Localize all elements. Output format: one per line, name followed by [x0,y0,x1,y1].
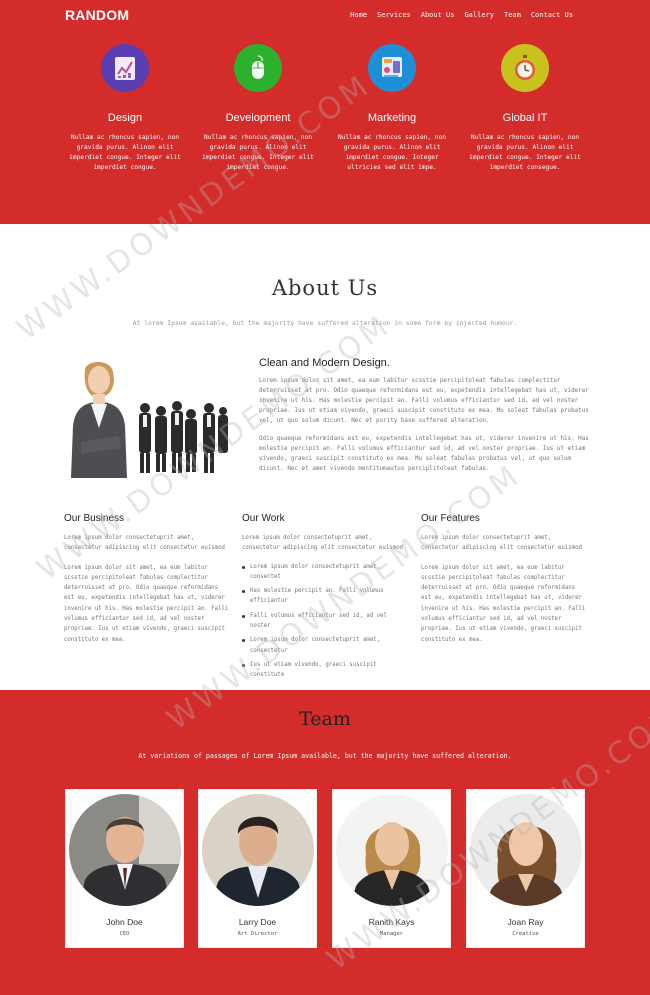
team-card-larry-doe[interactable]: Larry Doe Art Director [198,789,317,948]
column-intro: Lorem ipsum dolor consectetuprit amet, c… [64,535,225,552]
service-text: Nullam ac rhoncus sapien, non gravida pu… [202,134,314,171]
team-card-ranith-kays[interactable]: Ranith Kays Manager [332,789,451,948]
service-text: Nullam ac rhoncus sapien, non gravida pu… [469,134,581,171]
service-title: Marketing [367,112,417,124]
member-role: Creative [512,931,539,937]
about-title: About Us [271,276,379,300]
nav-contact-us[interactable]: Contact Us [531,11,573,19]
work-list: Lorem ipsum dolor consectetuprit amet, c… [242,562,407,681]
stopwatch-icon [501,44,549,92]
column-text: Lorem ipsum dolor sit amet, ea eum labit… [64,564,229,643]
team-title: Team [299,708,351,730]
clean-design-paragraph-2: Odio quaeque reformidans est eu, expeten… [259,436,589,472]
member-role: CEO [119,931,130,937]
column-intro: Lorem ipsum dolor consectetuprit amet, c… [242,535,403,552]
clean-design-heading: Clean and Modern Design. [259,357,390,369]
service-development: Development Nullam ac rhoncus sapien, no… [193,44,323,173]
site-logo[interactable]: RANDOM [65,7,129,23]
service-text: Nullam ac rhoncus sapien, non gravida pu… [69,134,181,171]
member-name: Larry Doe [238,917,277,927]
service-text: Nullam ac rhoncus sapien, non gravida pu… [337,134,447,171]
design-chart-icon [101,44,149,92]
nav-about-us[interactable]: About Us [421,11,455,19]
list-item: Ius ut etiam vivendo, graeci suscipit co… [242,660,407,681]
our-work-column: Our Work Lorem ipsum dolor consectetupri… [242,513,407,685]
member-role: Art Director [237,931,278,937]
column-intro: Lorem ipsum dolor consectetuprit amet, c… [421,535,582,552]
nav-gallery[interactable]: Gallery [464,11,494,19]
main-nav: Home Services About Us Gallery Team Cont… [350,11,573,19]
about-subtitle: At lorem Ipsum available, but the majori… [132,319,518,327]
service-design: Design Nullam ac rhoncus sapien, non gra… [60,44,190,173]
list-item: Falli volumus efficiantur sed id, ad vel… [242,611,407,632]
column-title: Our Work [242,513,285,524]
mobile-marketing-icon [368,44,416,92]
services-section: RANDOM Home Services About Us Gallery Te… [0,0,650,224]
member-name: Ranith Kays [368,917,415,927]
business-team-image [63,356,228,478]
member-role: Manager [379,931,404,937]
service-title: Development [225,112,291,124]
nav-services[interactable]: Services [377,11,411,19]
team-section: Team At variations of passages of Lorem … [0,690,650,995]
avatar [201,794,314,906]
column-title: Our Business [64,513,125,524]
mouse-icon [234,44,282,92]
list-item: Lorem ipsum dolor consectetuprit amet, c… [242,635,407,656]
list-item: Lorem ipsum dolor consectetuprit amet, c… [242,562,407,583]
team-card-joan-ray[interactable]: Joan Ray Creative [466,789,585,948]
column-text: Lorem ipsum dolor sit amet, ea eum labit… [421,564,586,643]
service-global-it: Global IT Nullam ac rhoncus sapien, non … [460,44,590,173]
avatar [469,794,582,906]
clean-design-paragraph-1: Lorem ipsum dolor sit amet, ea eum labit… [259,378,589,424]
avatar [335,794,448,906]
member-name: Joan Ray [507,917,544,927]
avatar [68,794,181,906]
team-card-john-doe[interactable]: John Doe CEO [65,789,184,948]
column-title: Our Features [421,513,480,524]
our-business-column: Our Business Lorem ipsum dolor consectet… [64,513,229,645]
service-title: Design [107,112,143,124]
our-features-column: Our Features Lorem ipsum dolor consectet… [421,513,586,645]
service-marketing: Marketing Nullam ac rhoncus sapien, non … [327,44,457,173]
team-subtitle: At variations of passages of Lorem Ipsum… [138,752,512,760]
service-title: Global IT [502,112,548,124]
list-item: Has molestie percipit an. Falli volumus … [242,586,407,607]
nav-team[interactable]: Team [504,11,521,19]
nav-home[interactable]: Home [350,11,367,19]
member-name: John Doe [106,917,143,927]
